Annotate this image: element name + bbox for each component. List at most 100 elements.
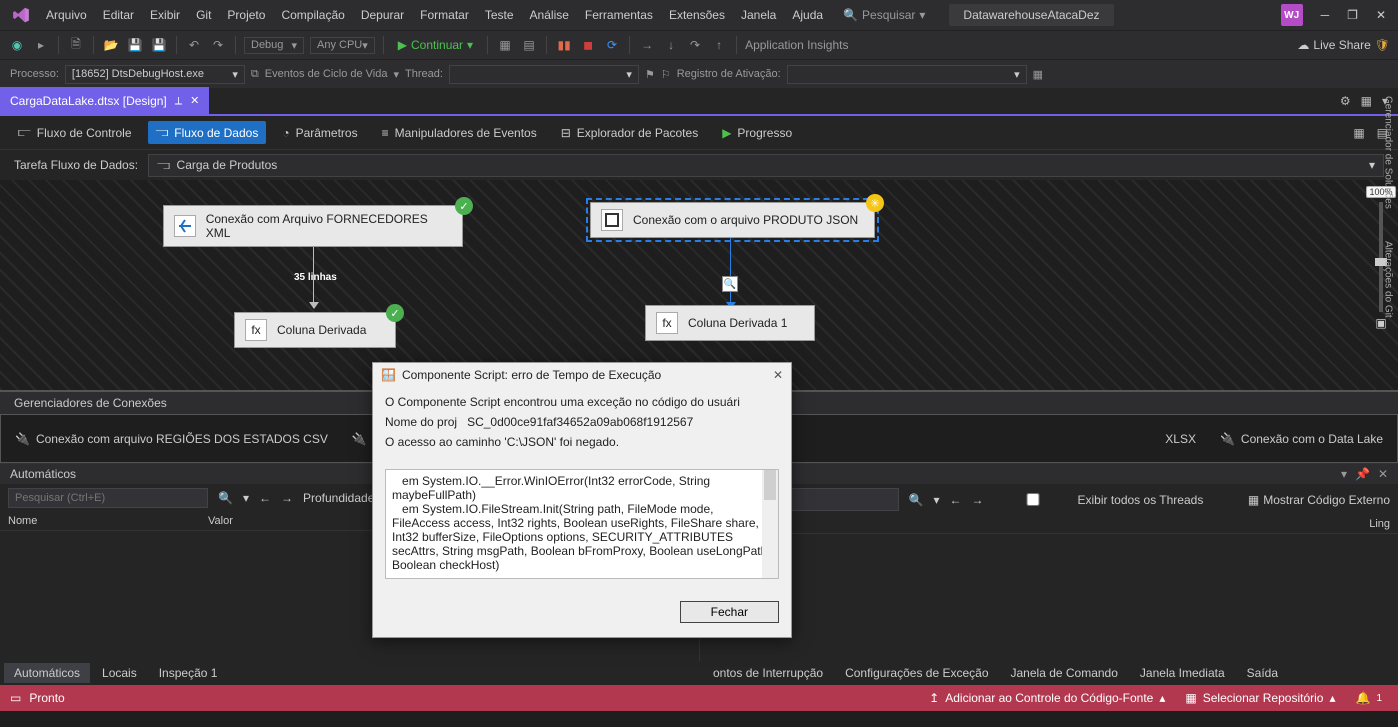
component-produto-json[interactable]: Conexão com o arquivo PRODUTO JSON xyxy=(590,202,875,238)
tab-package-explorer[interactable]: ⊟Explorador de Pacotes xyxy=(553,122,706,144)
search-icon[interactable]: 🔍 xyxy=(218,491,233,505)
window-minimize-icon[interactable]: ─ xyxy=(1321,8,1330,22)
platform-combo[interactable]: Any CPU▾ xyxy=(310,37,375,54)
nav-prev-icon[interactable]: ← xyxy=(259,491,271,505)
document-tab[interactable]: CargaDataLake.dtsx [Design] ⟂ ✕ xyxy=(0,87,209,115)
menu-ferramentas[interactable]: Ferramentas xyxy=(577,0,661,30)
menu-analise[interactable]: Análise xyxy=(522,0,577,30)
menu-git[interactable]: Git xyxy=(188,0,219,30)
menu-projeto[interactable]: Projeto xyxy=(219,0,273,30)
step-over-icon[interactable]: ↷ xyxy=(686,36,704,54)
close-icon[interactable]: ✕ xyxy=(1378,467,1388,481)
dropdown-icon[interactable]: ▾ xyxy=(1341,467,1347,481)
stop-icon[interactable]: ◼ xyxy=(579,36,597,54)
data-path-arrow[interactable] xyxy=(730,238,731,308)
nav-back-icon[interactable]: ◉ xyxy=(8,36,26,54)
menu-editar[interactable]: Editar xyxy=(95,0,142,30)
tab-solution-explorer[interactable]: Gerenciador de Soluções xyxy=(1383,90,1394,215)
undo-icon[interactable]: ↶ xyxy=(185,36,203,54)
flow-combo[interactable]: ⫎ Carga de Produtos ▾ xyxy=(148,154,1384,177)
tab-output[interactable]: Saída xyxy=(1237,663,1288,683)
component-derived-column-1[interactable]: fx Coluna Derivada 1 xyxy=(645,305,815,341)
dialog-close-icon[interactable]: ✕ xyxy=(773,368,783,382)
menu-depurar[interactable]: Depurar xyxy=(353,0,412,30)
tab-event-handlers[interactable]: ≡Manipuladores de Eventos xyxy=(374,122,545,144)
tab-immediate[interactable]: Janela Imediata xyxy=(1130,663,1235,683)
tab-automaticos[interactable]: Automáticos xyxy=(4,663,90,683)
box-icon[interactable]: ▦ xyxy=(1361,94,1372,108)
dialog-close-button[interactable]: Fechar xyxy=(680,601,779,623)
dialog-scrollbar[interactable] xyxy=(762,470,778,578)
close-icon[interactable]: ✕ xyxy=(190,87,199,115)
settings-icon[interactable]: ⚙ xyxy=(1340,94,1351,108)
column-value[interactable]: Valor xyxy=(208,515,233,527)
add-to-source-control[interactable]: ↥Adicionar ao Controle do Código-Fonte▴ xyxy=(923,691,1171,705)
tab-locais[interactable]: Locais xyxy=(92,663,147,683)
window-restore-icon[interactable]: ❐ xyxy=(1347,8,1358,22)
column-name[interactable]: Nome xyxy=(8,515,208,527)
menu-exibir[interactable]: Exibir xyxy=(142,0,188,30)
component-derived-column[interactable]: fx Coluna Derivada xyxy=(234,312,396,348)
pin-icon[interactable]: ⟂ xyxy=(175,87,182,115)
tab-git-changes[interactable]: Alterações do Git xyxy=(1383,235,1394,324)
tool-icon[interactable]: ▦ xyxy=(1033,68,1043,81)
menu-janela[interactable]: Janela xyxy=(733,0,784,30)
menu-search[interactable]: 🔍 Pesquisar ▾ xyxy=(843,8,925,22)
show-all-threads-checkbox[interactable]: Exibir todos os Threads xyxy=(993,493,1203,507)
menu-formatar[interactable]: Formatar xyxy=(412,0,477,30)
autos-search-input[interactable] xyxy=(8,488,208,508)
tab-progress[interactable]: ▶Progresso xyxy=(714,122,800,144)
menu-extensoes[interactable]: Extensões xyxy=(661,0,733,30)
nav-next-icon[interactable]: → xyxy=(971,493,983,507)
tab-exception-settings[interactable]: Configurações de Exceção xyxy=(835,663,998,683)
step-into-icon[interactable]: ↓ xyxy=(662,36,680,54)
dialog-stacktrace[interactable]: em System.IO.__Error.WinIOError(Int32 er… xyxy=(385,469,779,579)
connection-item[interactable]: 🔌Conexão com arquivo REGIÕES DOS ESTADOS… xyxy=(15,432,328,446)
lifecycle-icon[interactable]: ⧉ xyxy=(251,68,259,81)
step-out-icon[interactable]: ↑ xyxy=(710,36,728,54)
nav-next-icon[interactable]: → xyxy=(281,491,293,505)
restart-icon[interactable]: ⟳ xyxy=(603,36,621,54)
tab-breakpoints[interactable]: ontos de Interrupção xyxy=(703,663,833,683)
nav-fwd-icon[interactable]: ▸ xyxy=(32,36,50,54)
tab-inspecao[interactable]: Inspeção 1 xyxy=(149,663,228,683)
connection-item[interactable]: XLSX xyxy=(1165,432,1196,446)
live-share-button[interactable]: ☁ Live Share 🛡 xyxy=(1297,38,1390,52)
select-repository[interactable]: ▦Selecionar Repositório▴ xyxy=(1179,691,1341,705)
menu-arquivo[interactable]: Arquivo xyxy=(38,0,95,30)
view-icon[interactable]: ▦ xyxy=(1353,126,1364,140)
show-external-code-button[interactable]: ▦Mostrar Código Externo xyxy=(1248,493,1390,507)
tab-data-flow[interactable]: ⫎Fluxo de Dados xyxy=(148,121,267,144)
data-flow-canvas[interactable]: Conexão com Arquivo FORNECEDORES XML ✓ C… xyxy=(0,180,1398,390)
user-badge[interactable]: WJ xyxy=(1281,4,1303,26)
configuration-combo[interactable]: Debug▾ xyxy=(244,37,304,54)
open-folder-icon[interactable]: 📂 xyxy=(102,36,120,54)
pin-icon[interactable]: 📌 xyxy=(1355,467,1370,481)
process-combo[interactable]: [18652] DtsDebugHost.exe▾ xyxy=(65,65,245,84)
new-item-icon[interactable]: 🗎 xyxy=(67,36,85,54)
pause-icon[interactable]: ▮▮ xyxy=(555,36,573,54)
connection-item[interactable]: 🔌Conexão com o Data Lake xyxy=(1220,432,1383,446)
tool-icon[interactable]: ▦ xyxy=(496,36,514,54)
tab-control-flow[interactable]: ⫍Fluxo de Controle xyxy=(10,121,140,144)
data-viewer-icon[interactable]: 🔍 xyxy=(722,276,738,292)
app-insights-label[interactable]: Application Insights xyxy=(745,38,848,52)
tool-icon[interactable]: ▤ xyxy=(520,36,538,54)
menu-teste[interactable]: Teste xyxy=(477,0,522,30)
flag2-icon[interactable]: ⚐ xyxy=(661,68,671,81)
nav-prev-icon[interactable]: ← xyxy=(949,493,961,507)
component-fornecedores-xml[interactable]: Conexão com Arquivo FORNECEDORES XML xyxy=(163,205,463,247)
menu-ajuda[interactable]: Ajuda xyxy=(784,0,831,30)
save-all-icon[interactable]: 💾 xyxy=(150,36,168,54)
column-name[interactable]: Nome xyxy=(708,518,1351,530)
save-icon[interactable]: 💾 xyxy=(126,36,144,54)
window-close-icon[interactable]: ✕ xyxy=(1376,8,1386,22)
tab-parameters[interactable]: ◔Parâmetros xyxy=(274,122,365,144)
thread-combo[interactable]: ▾ xyxy=(449,65,639,84)
column-ling[interactable]: Ling xyxy=(1350,518,1390,530)
step-icon[interactable]: → xyxy=(638,36,656,54)
continue-button[interactable]: ▶Continuar▾ xyxy=(392,38,479,52)
solution-name[interactable]: DatawarehouseAtacaDez xyxy=(949,4,1113,26)
flag-icon[interactable]: ⚑ xyxy=(645,68,655,81)
output-icon[interactable]: ▭ xyxy=(10,691,21,705)
